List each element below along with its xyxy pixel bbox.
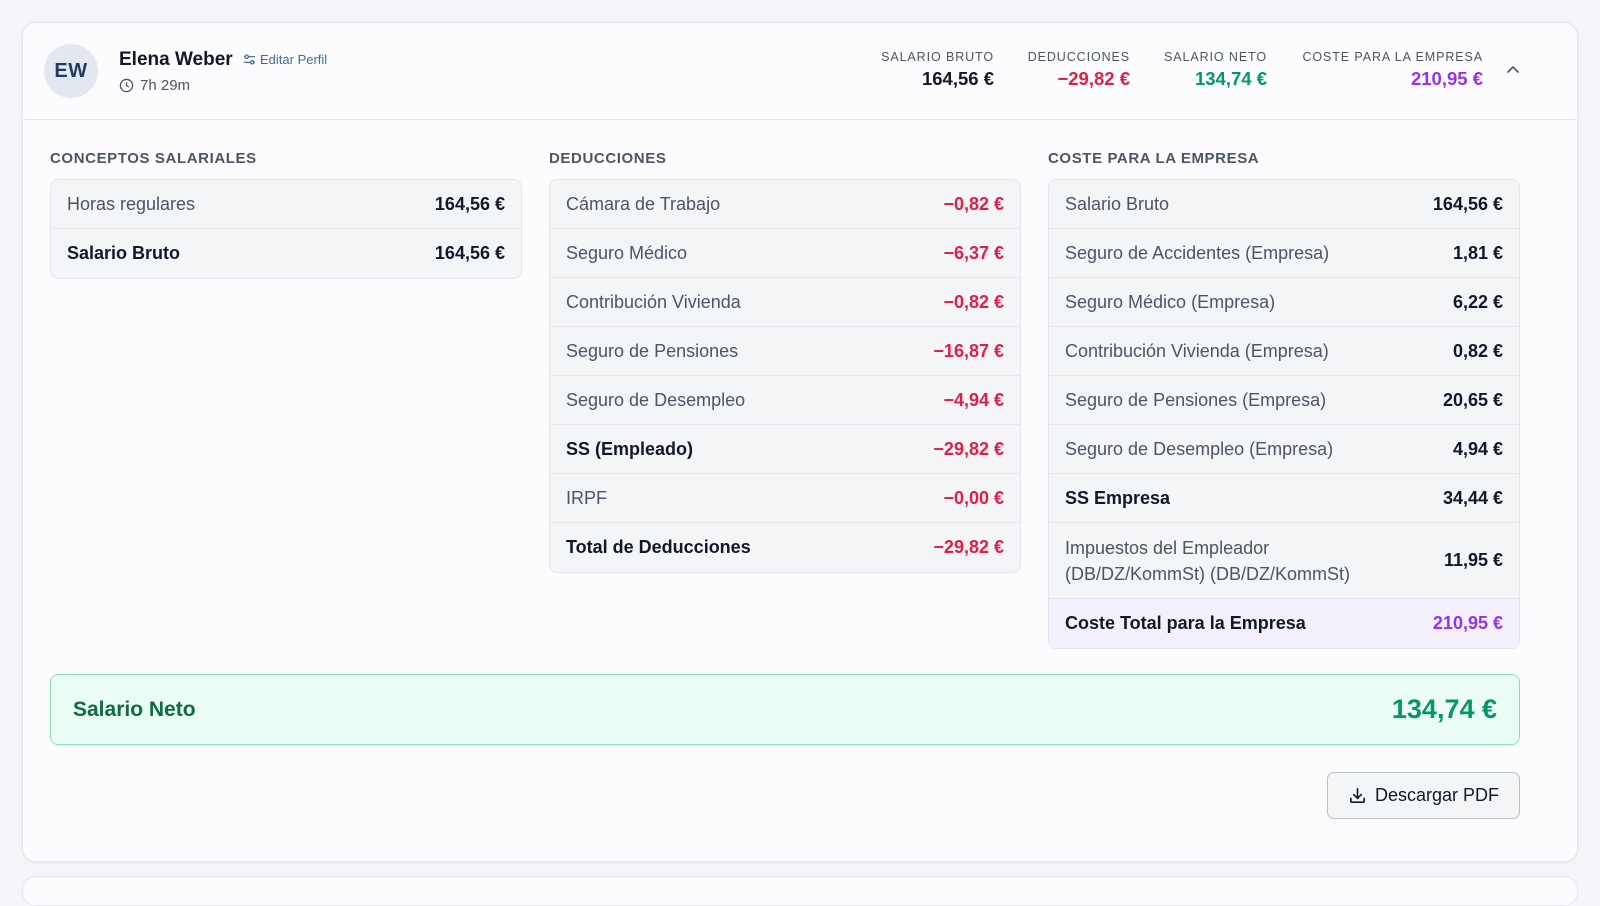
table-row: Seguro de Accidentes (Empresa) 1,81 € [1049, 229, 1519, 278]
row-label: Total de Deducciones [566, 537, 751, 557]
hours-value: 7h 29m [140, 77, 191, 94]
table-row: Contribución Vivienda (Empresa) 0,82 € [1049, 327, 1519, 376]
sliders-icon [243, 54, 256, 65]
net-salary-label: Salario Neto [73, 697, 196, 721]
row-label: SS Empresa [1065, 487, 1171, 508]
row-label: IRPF [566, 487, 608, 508]
table-row: Seguro de Pensiones (Empresa) 20,65 € [1049, 376, 1519, 425]
table-row: Seguro Médico (Empresa) 6,22 € [1049, 278, 1519, 327]
table-row-total: Coste Total para la Empresa 210,95 € [1049, 599, 1519, 648]
row-label-line1: Impuestos del Empleador [1065, 537, 1270, 558]
summary-gross-value: 164,56 € [921, 68, 994, 89]
summary-deductions: DEDUCCIONES −29,82 € [1013, 50, 1130, 90]
download-icon [1350, 788, 1365, 803]
row-amount: −0,00 € [943, 487, 1004, 508]
row-label: Seguro Médico (Empresa) [1065, 291, 1276, 312]
table-row: Contribución Vivienda −0,82 € [550, 278, 1020, 327]
summary-employer-cost-label: COSTE PARA LA EMPRESA [1302, 50, 1483, 64]
summary-net-label: SALARIO NETO [1164, 50, 1267, 64]
employer-cost-title: COSTE PARA LA EMPRESA [1048, 150, 1260, 167]
table-row: Horas regulares 164,56 € [51, 180, 521, 229]
edit-profile-link[interactable]: Editar Perfil [243, 52, 327, 67]
summary-gross-label: SALARIO BRUTO [881, 50, 994, 64]
table-row: SS (Empleado) −29,82 € [550, 425, 1020, 474]
row-label: Salario Bruto [67, 243, 181, 263]
row-label: Impuestos del Empleador (DB/DZ/KommSt) (D… [1065, 535, 1350, 587]
chevron-up-icon[interactable] [1504, 61, 1522, 79]
next-card-edge [22, 876, 1578, 906]
table-row: Salario Bruto 164,56 € [51, 229, 521, 278]
summary-net-value: 134,74 € [1194, 68, 1267, 89]
row-amount: −0,82 € [943, 193, 1004, 214]
row-amount: 34,44 € [1442, 487, 1503, 508]
row-label: Seguro de Desempleo (Empresa) [1065, 438, 1334, 459]
row-amount: 0,82 € [1452, 340, 1503, 361]
summary-deductions-value: −29,82 € [1057, 68, 1130, 89]
table-row: SS Empresa 34,44 € [1049, 474, 1519, 523]
table-row: Salario Bruto 164,56 € [1049, 180, 1519, 229]
net-salary-bar: Salario Neto 134,74 € [50, 674, 1520, 745]
row-label: Seguro de Pensiones (Empresa) [1065, 389, 1327, 410]
summary-net: SALARIO NETO 134,74 € [1143, 50, 1267, 90]
table-row: Seguro de Desempleo (Empresa) 4,94 € [1049, 425, 1519, 474]
avatar: EW [44, 44, 98, 98]
row-amount: −16,87 € [933, 340, 1004, 361]
row-amount: −29,82 € [933, 438, 1004, 459]
summary-employer-cost: COSTE PARA LA EMPRESA 210,95 € [1285, 50, 1483, 90]
row-amount: 164,56 € [434, 193, 505, 214]
net-salary-amount: 134,74 € [1391, 694, 1497, 724]
row-amount: 164,56 € [434, 243, 505, 263]
table-row: Seguro de Pensiones −16,87 € [550, 327, 1020, 376]
row-label-line2: (DB/DZ/KommSt) (DB/DZ/KommSt) [1065, 563, 1351, 584]
table-row: Seguro Médico −6,37 € [550, 229, 1020, 278]
clock-icon [119, 78, 134, 93]
row-label: Seguro de Pensiones [566, 340, 739, 361]
row-amount: 1,81 € [1452, 242, 1503, 263]
table-row: Cámara de Trabajo −0,82 € [550, 180, 1020, 229]
row-amount: 11,95 € [1443, 550, 1503, 570]
employee-name: Elena Weber [119, 49, 233, 70]
row-label: Coste Total para la Empresa [1065, 613, 1306, 633]
table-row: IRPF −0,00 € [550, 474, 1020, 523]
table-row: Total de Deducciones −29,82 € [550, 523, 1020, 572]
row-label: Salario Bruto [1065, 193, 1170, 214]
summary-employer-cost-value: 210,95 € [1410, 68, 1483, 89]
row-label: Contribución Vivienda [566, 291, 741, 312]
row-amount: 4,94 € [1452, 438, 1503, 459]
download-pdf-button[interactable]: Descargar PDF [1327, 772, 1520, 819]
deductions-title: DEDUCCIONES [549, 150, 667, 167]
row-amount: 210,95 € [1432, 613, 1503, 633]
table-row: Seguro de Desempleo −4,94 € [550, 376, 1020, 425]
row-label: Seguro de Desempleo [566, 389, 746, 410]
row-label: Cámara de Trabajo [566, 193, 721, 214]
salary-concepts-table: Horas regulares 164,56 € Salario Bruto 1… [50, 179, 522, 279]
hours-worked: 7h 29m [119, 77, 190, 94]
row-label: Horas regulares [67, 193, 196, 214]
row-label: SS (Empleado) [566, 438, 694, 459]
row-label: Contribución Vivienda (Empresa) [1065, 340, 1329, 361]
employer-cost-table: Salario Bruto 164,56 € Seguro de Acciden… [1048, 179, 1520, 649]
row-amount: −0,82 € [943, 291, 1004, 312]
table-row: Impuestos del Empleador (DB/DZ/KommSt) (D… [1049, 523, 1519, 599]
edit-profile-label: Editar Perfil [260, 52, 328, 67]
row-label: Seguro de Accidentes (Empresa) [1065, 242, 1330, 263]
summary-deductions-label: DEDUCCIONES [1027, 50, 1130, 64]
row-label: Seguro Médico [566, 242, 688, 263]
summary-gross: SALARIO BRUTO 164,56 € [863, 50, 994, 90]
payslip-card: EW Elena Weber Editar Perfil 7h 29m SALA… [22, 22, 1578, 862]
row-amount: 164,56 € [1432, 193, 1503, 214]
payslip-header[interactable]: EW Elena Weber Editar Perfil 7h 29m SALA… [23, 23, 1577, 120]
row-amount: 20,65 € [1442, 389, 1503, 410]
download-pdf-label: Descargar PDF [1374, 785, 1500, 805]
row-amount: −29,82 € [933, 537, 1004, 557]
row-amount: −6,37 € [943, 242, 1004, 263]
deductions-table: Cámara de Trabajo −0,82 € Seguro Médico … [549, 179, 1021, 573]
row-amount: −4,94 € [943, 389, 1004, 410]
row-amount: 6,22 € [1452, 291, 1503, 312]
salary-concepts-title: CONCEPTOS SALARIALES [50, 150, 257, 167]
